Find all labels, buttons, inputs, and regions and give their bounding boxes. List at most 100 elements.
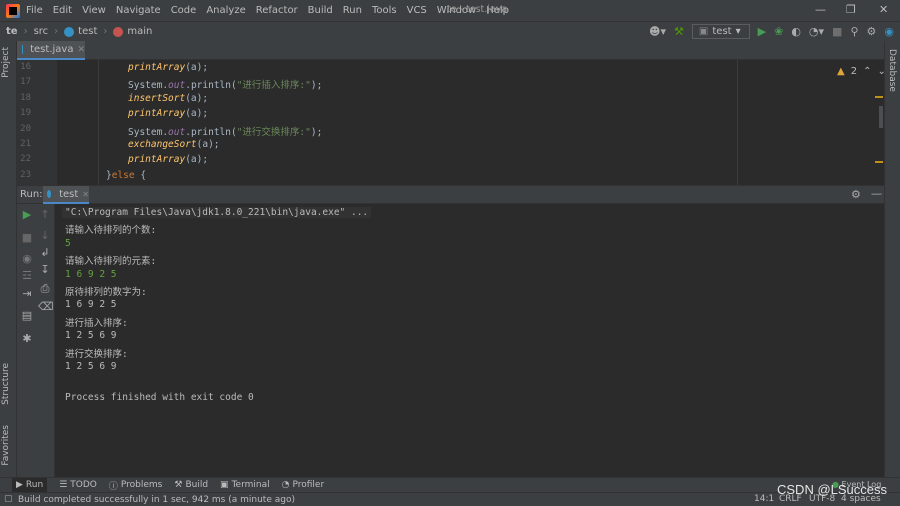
code-line: printArray(a); bbox=[128, 154, 209, 166]
editor-scrollbar[interactable] bbox=[879, 106, 883, 128]
print-icon[interactable]: ⎙ bbox=[38, 282, 52, 296]
console-user-input: 5 bbox=[65, 237, 71, 249]
breadcrumb-method[interactable]: main bbox=[113, 26, 152, 37]
database-tool-button[interactable]: Database bbox=[887, 49, 897, 92]
code-line: exchangeSort(a); bbox=[128, 139, 220, 150]
run-tab-test[interactable]: test ✕ bbox=[43, 186, 89, 204]
console-line: Process finished with exit code 0 bbox=[65, 391, 254, 403]
menu-file[interactable]: File bbox=[26, 5, 43, 16]
chevron-right-icon: › bbox=[23, 26, 28, 37]
dump-threads-icon[interactable]: ☲ bbox=[20, 269, 34, 282]
tool-windows-icon[interactable]: ▢ bbox=[4, 494, 13, 504]
exit-icon[interactable]: ⇥ bbox=[20, 287, 34, 300]
run-panel-header: Run: test ✕ ⚙ — bbox=[17, 185, 884, 204]
bottom-tab-problems[interactable]: ⓘ Problems bbox=[109, 479, 163, 492]
chevron-right-icon: › bbox=[103, 26, 108, 37]
close-tab-icon[interactable]: ✕ bbox=[77, 45, 85, 55]
line-number: 23 bbox=[20, 169, 31, 180]
bottom-tab-build[interactable]: ⚒ Build bbox=[174, 480, 208, 490]
search-icon[interactable]: ⚲ bbox=[850, 25, 858, 39]
menu-vcs[interactable]: VCS bbox=[407, 5, 427, 16]
soft-wrap-icon[interactable]: ↲ bbox=[38, 246, 52, 259]
right-tool-strip: Database bbox=[884, 41, 900, 477]
favorites-tool-button[interactable]: Favorites bbox=[1, 425, 11, 466]
run-icon[interactable]: ▶ bbox=[758, 25, 766, 39]
menu-build[interactable]: Build bbox=[308, 5, 333, 16]
layout-icon[interactable]: ▤ bbox=[20, 309, 34, 322]
bottom-tab-label: Profiler bbox=[292, 480, 325, 490]
inspection-widget[interactable]: ▲ 2 ⌃ ⌄ bbox=[837, 66, 884, 77]
warning-stripe[interactable] bbox=[875, 161, 883, 163]
stop-icon[interactable]: ■ bbox=[832, 25, 842, 39]
breadcrumb-class[interactable]: test › bbox=[64, 26, 107, 37]
menu-run[interactable]: Run bbox=[343, 5, 362, 16]
class-icon bbox=[64, 26, 75, 37]
menu-tools[interactable]: Tools bbox=[372, 5, 397, 16]
minimize-icon[interactable]: — bbox=[815, 3, 826, 16]
bottom-tab-label: TODO bbox=[70, 480, 97, 490]
user-icon[interactable]: ☻▾ bbox=[649, 25, 666, 39]
camera-icon[interactable]: ◉ bbox=[20, 252, 34, 265]
menu-code[interactable]: Code bbox=[171, 5, 197, 16]
structure-tool-button[interactable]: Structure bbox=[1, 363, 11, 405]
debug-icon[interactable]: ❀ bbox=[774, 25, 783, 39]
class-icon bbox=[47, 190, 52, 198]
profiler-icon: ◔ bbox=[281, 480, 290, 490]
chevron-up-icon[interactable]: ⌃ bbox=[863, 66, 871, 77]
main-toolbar: ☻▾ ⚒ ▣ test ▾ ▶ ❀ ◐ ◔▾ ■ ⚲ ⚙ ◉ bbox=[649, 24, 894, 39]
menu-refactor[interactable]: Refactor bbox=[256, 5, 298, 16]
pin-icon[interactable]: ✱ bbox=[20, 332, 34, 345]
bottom-tab-run[interactable]: ▶ Run bbox=[12, 478, 48, 492]
hide-panel-icon[interactable]: — bbox=[871, 187, 882, 200]
build-hammer-icon[interactable]: ⚒ bbox=[674, 25, 684, 39]
toolbox-icon[interactable]: ◉ bbox=[884, 25, 894, 39]
rerun-icon[interactable]: ▶ bbox=[20, 208, 34, 221]
menu-edit[interactable]: Edit bbox=[53, 5, 72, 16]
run-tab-label: test bbox=[59, 188, 79, 200]
run-configuration-select[interactable]: ▣ test ▾ bbox=[691, 24, 750, 39]
console-line: 请输入待排列的元素: bbox=[65, 256, 157, 268]
menu-items: File Edit View Navigate Code Analyze Refactor B… bbox=[26, 5, 519, 16]
status-message[interactable]: Build completed successfully in 1 sec, 9… bbox=[18, 495, 295, 505]
bottom-tab-profiler[interactable]: ◔ Profiler bbox=[282, 480, 325, 490]
menu-navigate[interactable]: Navigate bbox=[116, 5, 161, 16]
scroll-to-end-icon[interactable]: ↧ bbox=[38, 263, 52, 276]
menu-view[interactable]: View bbox=[82, 5, 106, 16]
list-icon: ☰ bbox=[59, 480, 68, 490]
arrow-up-icon[interactable]: ↑ bbox=[38, 208, 52, 221]
line-number-gutter: 16 17 18 19 20 21 22 23 bbox=[17, 60, 57, 185]
gear-icon[interactable]: ⚙ bbox=[867, 25, 877, 39]
console-output[interactable]: "C:\Program Files\Java\jdk1.8.0_221\bin\… bbox=[56, 204, 884, 477]
chevron-down-icon[interactable]: ⌄ bbox=[877, 66, 884, 77]
breadcrumb-src[interactable]: src › bbox=[34, 26, 59, 37]
indent-guide bbox=[98, 60, 99, 185]
play-icon: ▶ bbox=[16, 480, 23, 490]
close-tab-icon[interactable]: ✕ bbox=[82, 190, 89, 199]
warning-stripe[interactable] bbox=[875, 96, 883, 98]
bottom-tab-label: Build bbox=[185, 480, 209, 490]
project-tool-button[interactable]: Project bbox=[1, 47, 11, 78]
gear-icon[interactable]: ⚙ bbox=[851, 188, 861, 201]
restore-icon[interactable]: ❐ bbox=[846, 3, 856, 16]
caret-position[interactable]: 14:1 bbox=[754, 494, 774, 504]
bottom-tab-todo[interactable]: ☰ TODO bbox=[59, 480, 97, 490]
arrow-down-icon[interactable]: ↓ bbox=[38, 229, 52, 242]
close-icon[interactable]: ✕ bbox=[879, 3, 888, 16]
menu-analyze[interactable]: Analyze bbox=[206, 5, 245, 16]
editor-tab-test-java[interactable]: test.java ✕ bbox=[17, 41, 85, 60]
trash-icon[interactable]: ⌫ bbox=[38, 300, 54, 313]
breadcrumb-label: te bbox=[6, 26, 18, 37]
editor-tab-bar: test.java ✕ bbox=[17, 41, 884, 60]
console-line: 请输入待排列的个数: bbox=[65, 225, 157, 237]
code-line: insertSort(a); bbox=[128, 92, 209, 104]
bottom-tab-terminal[interactable]: ▣ Terminal bbox=[220, 480, 270, 490]
terminal-icon: ▣ bbox=[220, 480, 229, 490]
stop-icon[interactable]: ■ bbox=[20, 231, 34, 244]
breadcrumb-project[interactable]: te › bbox=[6, 26, 28, 37]
profile-icon[interactable]: ◔▾ bbox=[809, 25, 824, 39]
bottom-tab-label: Terminal bbox=[231, 480, 270, 490]
console-line: 1 6 9 2 5 bbox=[65, 299, 117, 311]
code-editor[interactable]: 16 17 18 19 20 21 22 23 printArray(a); System.ou… bbox=[17, 60, 884, 185]
coverage-icon[interactable]: ◐ bbox=[791, 25, 801, 39]
console-line: 进行插入排序: bbox=[65, 317, 128, 329]
